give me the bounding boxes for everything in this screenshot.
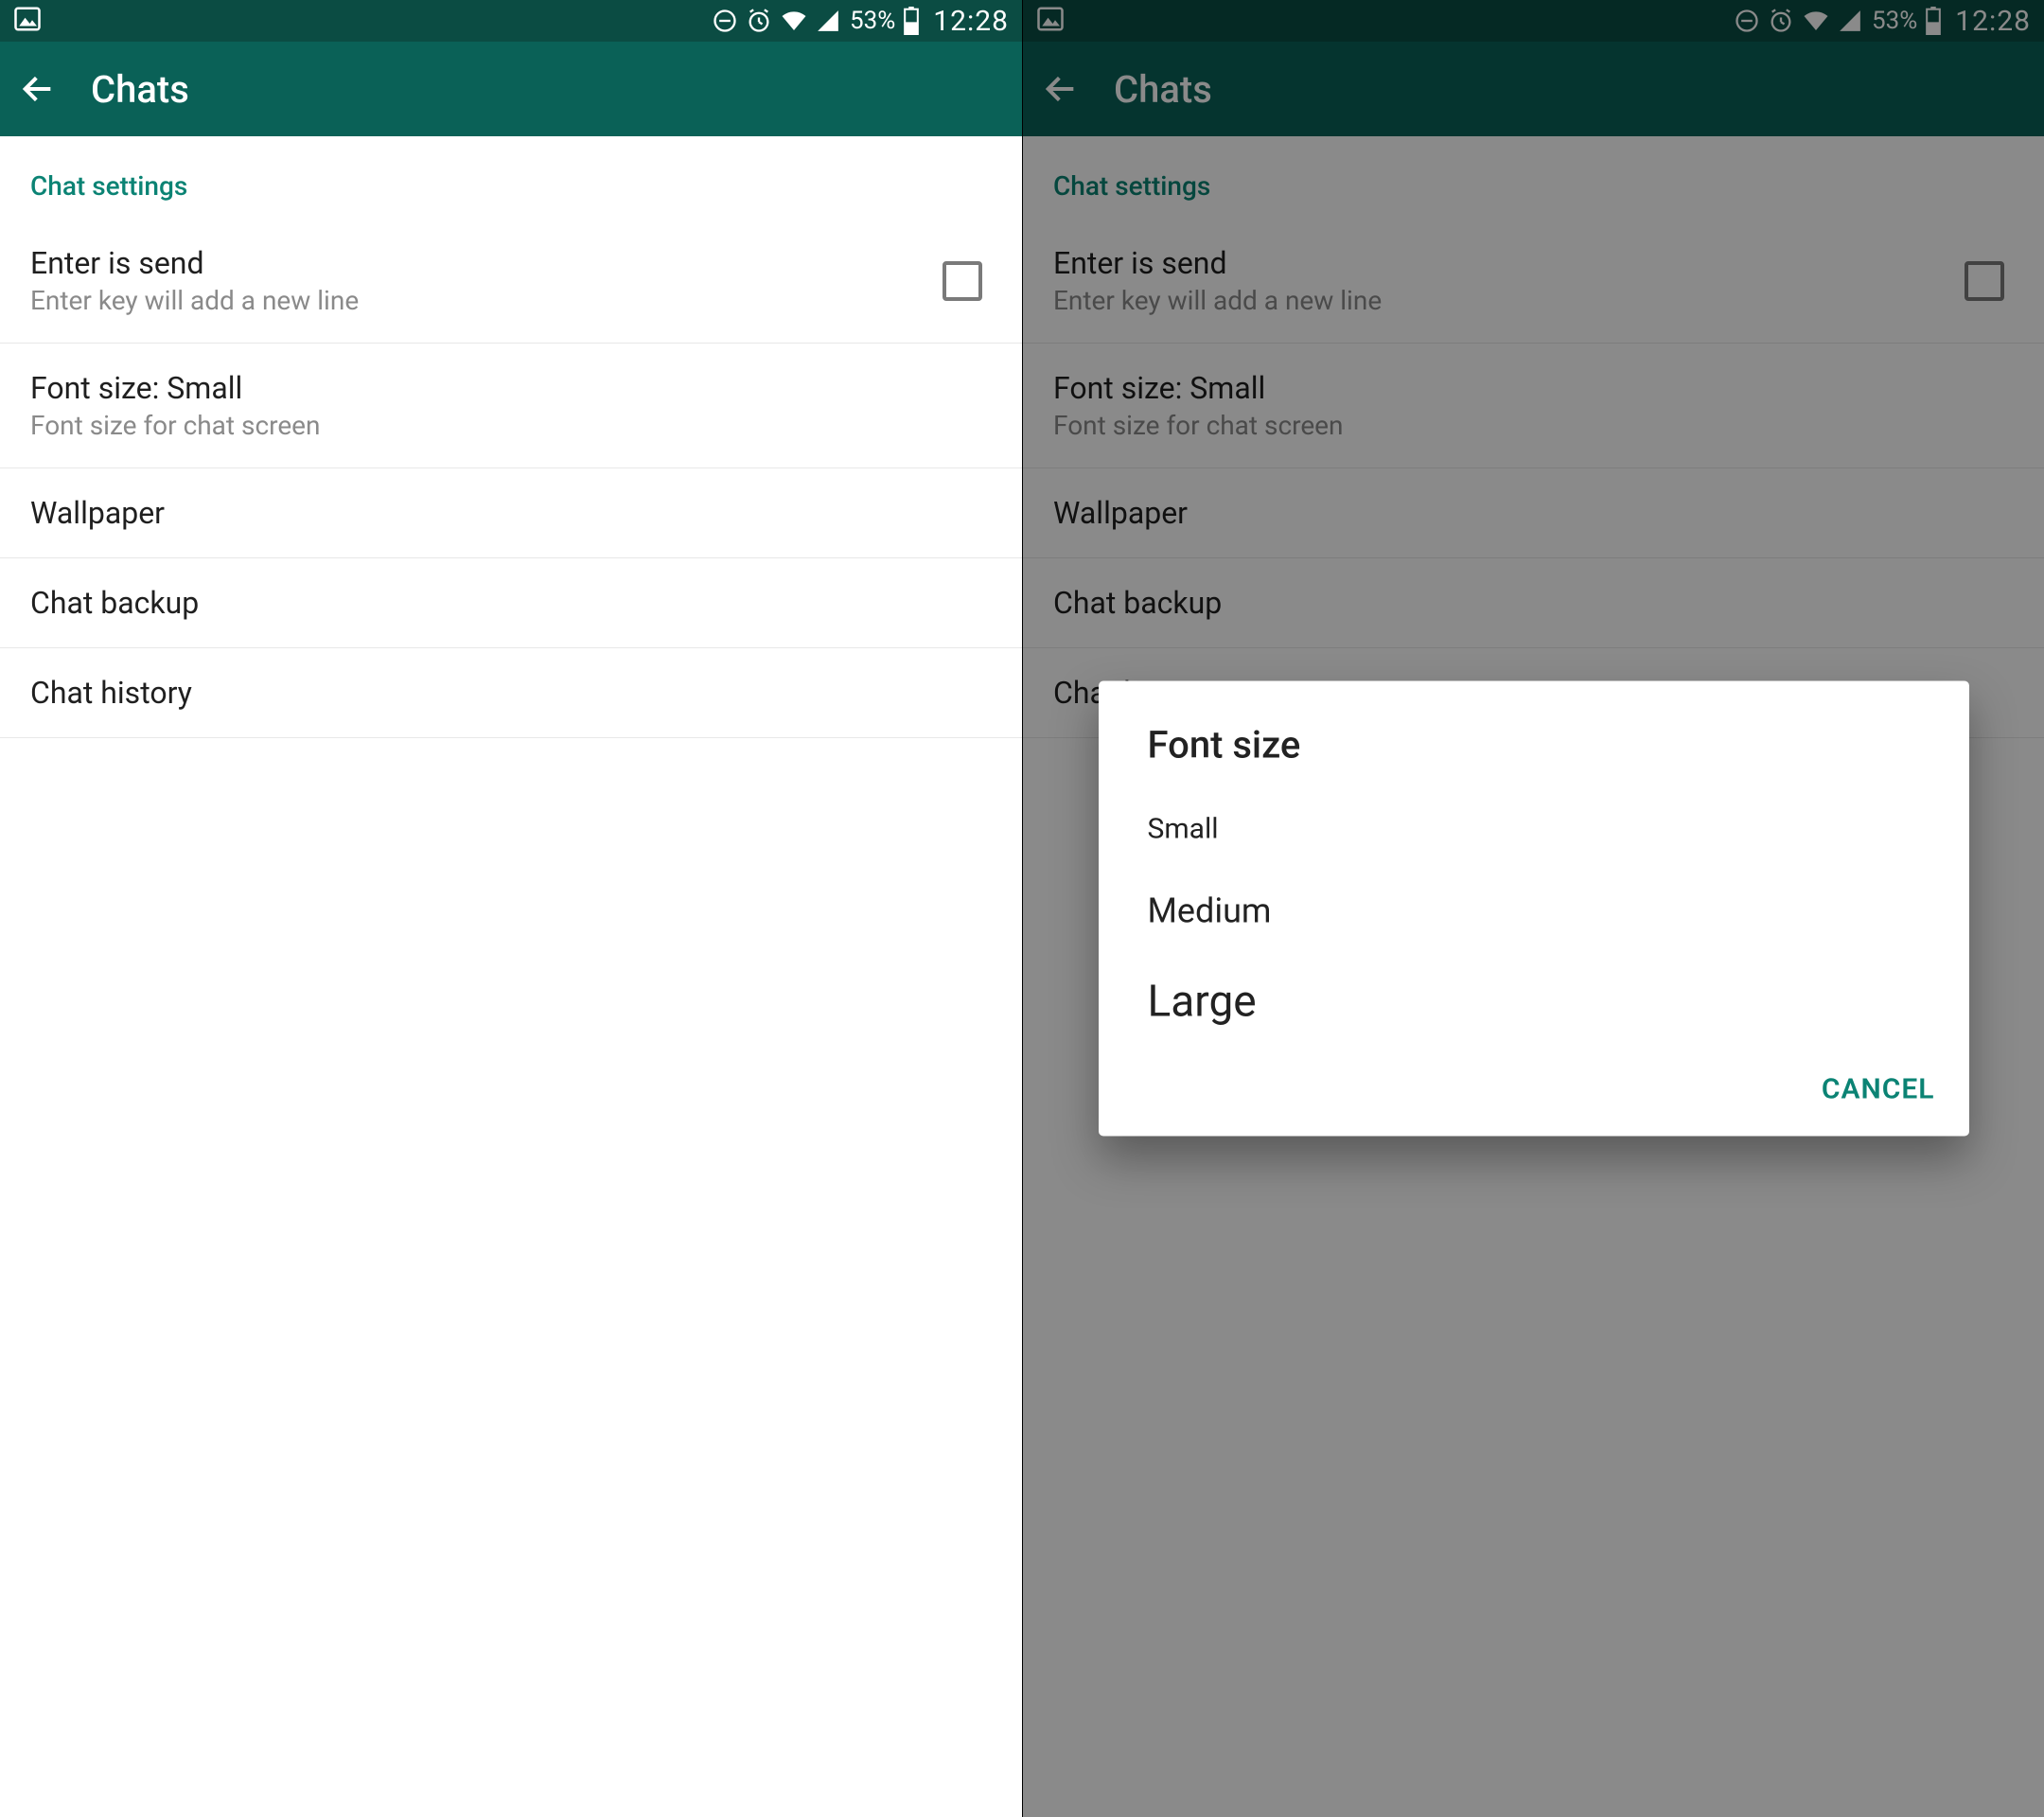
dialog-option-small[interactable]: Small [1099, 790, 1969, 869]
setting-title: Chat history [30, 675, 992, 711]
wifi-icon [780, 7, 808, 35]
setting-title: Enter is send [30, 245, 943, 281]
setting-subtitle: Enter key will add a new line [30, 285, 943, 316]
setting-chat-history[interactable]: Chat history [0, 648, 1022, 738]
screenshot-left: 53% 12:28 Chats Chat settings Enter is s… [0, 0, 1022, 1817]
setting-enter-is-send[interactable]: Enter is send Enter key will add a new l… [0, 219, 1022, 344]
setting-chat-backup[interactable]: Chat backup [0, 558, 1022, 648]
battery-percent: 53% [850, 7, 895, 35]
setting-title: Wallpaper [30, 495, 992, 531]
screenshot-right: 53% 12:28 Chats Chat settings Enter is s… [1022, 0, 2044, 1817]
setting-font-size[interactable]: Font size: Small Font size for chat scre… [0, 344, 1022, 468]
clock: 12:28 [933, 5, 1009, 38]
dialog-title: Font size [1099, 723, 1969, 790]
cell-signal-icon [816, 9, 840, 33]
battery-icon [903, 7, 920, 35]
app-bar: Chats [0, 42, 1022, 136]
font-size-dialog: Font size Small Medium Large CANCEL [1099, 681, 1969, 1137]
setting-title: Font size: Small [30, 370, 992, 406]
dnd-icon [712, 8, 738, 34]
alarm-icon [746, 8, 772, 34]
dialog-option-large[interactable]: Large [1099, 954, 1969, 1050]
setting-wallpaper[interactable]: Wallpaper [0, 468, 1022, 558]
dialog-cancel-button[interactable]: CANCEL [1822, 1073, 1935, 1106]
status-bar: 53% 12:28 [0, 0, 1022, 42]
setting-title: Chat backup [30, 585, 992, 621]
dialog-option-medium[interactable]: Medium [1099, 869, 1969, 954]
setting-subtitle: Font size for chat screen [30, 410, 992, 441]
section-heading: Chat settings [0, 136, 1022, 219]
checkbox-enter-is-send[interactable] [943, 261, 982, 301]
photo-icon [13, 5, 42, 37]
appbar-title: Chats [91, 67, 189, 112]
back-icon[interactable] [19, 70, 57, 108]
